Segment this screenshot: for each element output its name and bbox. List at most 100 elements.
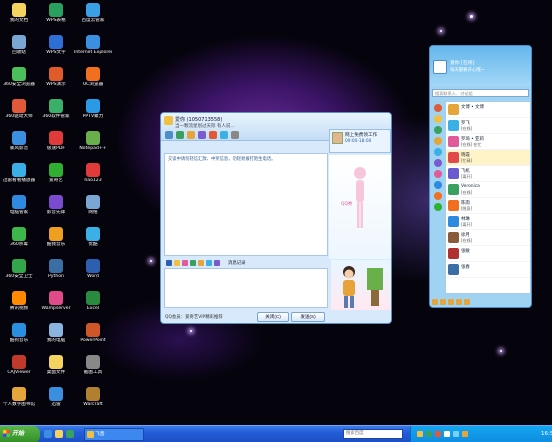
message-log-button[interactable]: 消息记录 <box>228 260 246 266</box>
desktop-icon[interactable]: Python <box>37 258 75 292</box>
desktop-icon[interactable]: CAJViewer <box>0 354 38 388</box>
main-menu-icon[interactable] <box>432 299 438 305</box>
image-icon[interactable] <box>206 259 212 266</box>
more-icon[interactable] <box>231 131 239 139</box>
qq-signature[interactable]: 每天都要开心哦~ <box>450 67 484 73</box>
desktop-icon[interactable]: 暴风影音 <box>0 130 38 164</box>
file-transfer-icon[interactable] <box>187 131 195 139</box>
desktop-icon[interactable]: 优酷 <box>74 226 112 260</box>
desktop-icon[interactable]: 酷狗音乐 <box>0 322 38 356</box>
taskbar-item-chat[interactable]: 飞音 <box>84 428 144 441</box>
contact-item[interactable]: 张敏 <box>446 246 530 262</box>
media-icon[interactable] <box>66 430 74 438</box>
desktop-icon[interactable]: WPS表格 <box>37 2 75 36</box>
remote-assist-icon[interactable] <box>198 131 206 139</box>
qq-main-panel[interactable]: 爱你 [在线] 每天都要开心哦~ 搜索联系人、讨论组 文博 • 文博 罗飞 [在线]… <box>429 45 532 308</box>
message-history[interactable]: 交谈中请勿轻信汇款、中奖信息，勿轻易拨打陌生电话。 <box>164 153 328 256</box>
contact-item[interactable]: 徐月 [在线] <box>446 230 530 246</box>
app-icon[interactable] <box>434 104 442 112</box>
app-icon[interactable] <box>434 126 442 134</box>
app-manager-icon[interactable] <box>464 299 470 305</box>
desktop-icon[interactable]: 360安全浏览器 <box>0 66 38 100</box>
folder-icon[interactable] <box>55 430 63 438</box>
contact-item[interactable]: 林琳 [离开] <box>446 214 530 230</box>
desktop-icon[interactable]: 360安全卫士 <box>0 258 38 292</box>
desktop-icon[interactable]: 我的电脑 <box>37 322 75 356</box>
contact-item[interactable]: 飞机 [离开] <box>446 166 530 182</box>
taskbar-search-input[interactable]: 搜索百度 <box>343 429 403 439</box>
screenshot-icon[interactable] <box>198 259 204 266</box>
desktop-icon[interactable]: PowerPoint <box>74 322 112 356</box>
desktop-icon[interactable]: hao123 <box>74 162 112 196</box>
contact-item[interactable]: 晓霞 [忙碌] <box>446 150 530 166</box>
desktop-icon[interactable]: 极速PDF <box>37 130 75 164</box>
app-icon[interactable] <box>434 192 442 200</box>
desktop-icon[interactable]: 360驱动大师 <box>0 98 38 132</box>
start-button[interactable]: 开始 <box>0 426 40 442</box>
contact-search-input[interactable]: 搜索联系人、讨论组 <box>432 89 529 97</box>
desktop-icon[interactable]: 网络 <box>74 194 112 228</box>
desktop-icon[interactable]: 我的文档 <box>0 2 38 36</box>
contact-item[interactable]: 罗琦 • 亚莉 [在线] 在忙 <box>446 134 530 150</box>
emoji-icon[interactable] <box>174 259 180 266</box>
contact-item[interactable]: Veronica [在线] <box>446 182 530 198</box>
app-icon[interactable] <box>434 115 442 123</box>
my-avatar[interactable] <box>433 60 447 74</box>
desktop-icon[interactable]: Wampserver <box>37 290 75 324</box>
contact-avatar-icon[interactable] <box>164 116 173 125</box>
app-icon[interactable] <box>434 137 442 145</box>
app-icon[interactable] <box>434 203 442 211</box>
desktop-icon[interactable]: Notepad++ <box>74 130 112 164</box>
desktop-icon[interactable]: WPS文字 <box>37 34 75 68</box>
online-status[interactable]: [在线] <box>461 61 474 66</box>
contact-item[interactable]: 陈雨 [隐身] <box>446 198 530 214</box>
voice-call-icon[interactable] <box>176 131 184 139</box>
video-call-icon[interactable] <box>165 131 173 139</box>
contact-item[interactable]: 文博 • 文博 <box>446 102 530 118</box>
desktop-icon[interactable]: 桌面文件 <box>37 354 75 388</box>
desktop-icon[interactable]: Internet Explorer <box>74 34 112 68</box>
group-icon[interactable] <box>220 131 228 139</box>
message-input[interactable] <box>164 268 328 308</box>
settings-icon[interactable] <box>440 299 446 305</box>
peer-info[interactable]: 网上免费领工作 09:00-18:00 <box>329 129 391 153</box>
app-icon[interactable] <box>434 148 442 156</box>
contact-list[interactable]: 文博 • 文博 罗飞 [在线] 罗琦 • 亚莉 [在线] 在忙 晓霞 [忙碌] 飞机 [离开] V… <box>445 101 531 294</box>
desktop-icon[interactable]: 百度云管家 <box>74 2 112 36</box>
send-button[interactable]: 发送(S) <box>291 312 325 322</box>
qq-header[interactable]: 爱你 [在线] 每天都要开心哦~ <box>430 46 531 86</box>
magic-icon[interactable] <box>182 259 188 266</box>
desktop-icon[interactable]: 个人数字图书馆 <box>0 386 38 420</box>
shake-icon[interactable] <box>190 259 196 266</box>
ie-icon[interactable] <box>44 430 52 438</box>
font-icon[interactable] <box>166 259 172 266</box>
file-assistant-icon[interactable] <box>456 299 462 305</box>
desktop-icon[interactable]: 爱奇艺 <box>37 162 75 196</box>
desktop-icon[interactable]: 电脑管家 <box>0 194 38 228</box>
antivirus-tray-icon[interactable] <box>435 431 441 437</box>
contact-item[interactable]: 张春 <box>446 262 530 278</box>
desktop-icon[interactable]: 回收站 <box>0 34 38 68</box>
desktop-icon[interactable]: 截图工具 <box>74 354 112 388</box>
volume-icon[interactable] <box>444 431 450 437</box>
desktop-icon[interactable]: WPS演示 <box>37 66 75 100</box>
desktop-icon[interactable]: 360杀毒 <box>0 226 38 260</box>
desktop-icon[interactable]: Warcraft <box>74 386 112 420</box>
app-icon[interactable] <box>434 181 442 189</box>
app-icon[interactable] <box>434 159 442 167</box>
desktop-icon[interactable]: Excel <box>74 290 112 324</box>
desktop-icon[interactable]: UC浏览器 <box>74 66 112 100</box>
chat-window[interactable]: 爱你 (1050713558) 当一颗流星划过天际 有人说... 网上免费领工作… <box>160 112 392 324</box>
security-tray-icon[interactable] <box>426 431 432 437</box>
contact-item[interactable]: 罗飞 [在线] <box>446 118 530 134</box>
footer-ad[interactable]: QQ会员：爱奇艺VIP精彩推荐 <box>165 314 223 320</box>
app-icon[interactable] <box>209 131 217 139</box>
desktop-icon[interactable]: 腾讯视频 <box>0 290 38 324</box>
qq-tray-icon[interactable] <box>417 431 423 437</box>
music-icon[interactable] <box>214 259 220 266</box>
desktop-icon[interactable]: 迅雷看看播放器 <box>0 162 38 196</box>
message-manager-icon[interactable] <box>448 299 454 305</box>
network-icon[interactable] <box>453 431 459 437</box>
desktop-icon[interactable]: PPTV聚力 <box>74 98 112 132</box>
close-button[interactable]: 关闭(C) <box>257 312 289 322</box>
